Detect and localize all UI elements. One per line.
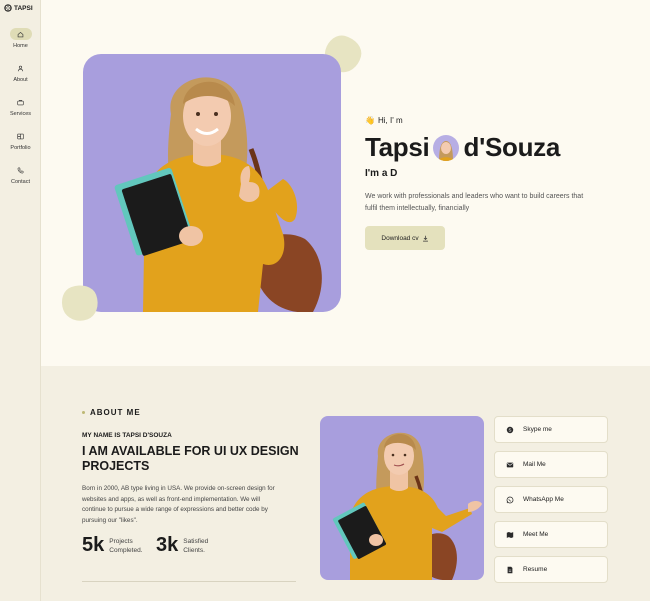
- aperture-icon: [4, 4, 12, 12]
- about-label-text: ABOUT ME: [90, 408, 141, 417]
- contact-whatsapp-button[interactable]: WhatsApp Me: [494, 486, 608, 513]
- brand-name: TAPSI: [14, 4, 33, 12]
- about-section-label: ABOUT ME: [82, 408, 141, 417]
- download-cv-label: Download cv: [381, 234, 419, 242]
- avatar: [433, 134, 460, 161]
- stat-label-line: Projects: [109, 537, 133, 545]
- nav-label: Home: [13, 43, 28, 49]
- stat-label: Projects Completed.: [109, 537, 142, 555]
- greeting: 👋 Hi, I' m: [365, 116, 403, 125]
- contact-meet-button[interactable]: Meet Me: [494, 521, 608, 548]
- about-subtitle: MY NAME IS TAPSI D'SOUZA: [82, 432, 172, 439]
- contact-label: Resume: [523, 566, 548, 573]
- stat-value: 3k: [156, 534, 179, 556]
- stat-label: Satisfied Clients.: [183, 537, 208, 555]
- stat-value: 5k: [82, 534, 105, 556]
- whatsapp-icon: [505, 495, 515, 505]
- nav-label: Contact: [11, 179, 30, 185]
- portfolio-icon: [10, 130, 32, 142]
- contact-label: Skype me: [523, 426, 552, 433]
- download-cv-button[interactable]: Download cv: [365, 226, 445, 250]
- user-icon: [10, 62, 32, 74]
- mail-icon: [505, 460, 515, 470]
- hero-description: We work with professionals and leaders w…: [365, 193, 584, 212]
- nav-label: About: [13, 77, 28, 83]
- contact-skype-button[interactable]: S Skype me: [494, 416, 608, 443]
- role-text: I'm a D: [365, 168, 398, 179]
- phone-icon: [10, 164, 32, 176]
- briefcase-icon: [10, 96, 32, 108]
- resume-icon: [505, 565, 515, 575]
- about-title: I AM AVAILABLE FOR UI UX DESIGN PROJECTS: [82, 444, 299, 473]
- home-icon: [9, 28, 32, 40]
- nav-label: Portfolio: [10, 145, 31, 151]
- brand-logo[interactable]: TAPSI: [4, 4, 33, 12]
- divider: [82, 581, 296, 582]
- sidebar: TAPSI Home About Services Portfolio Cont…: [0, 0, 41, 601]
- nav-item-about[interactable]: About: [0, 62, 41, 83]
- nav-item-services[interactable]: Services: [0, 96, 41, 117]
- nav-item-portfolio[interactable]: Portfolio: [0, 130, 41, 151]
- name-first: Tapsi: [365, 132, 430, 162]
- bullet-dot: [82, 411, 85, 414]
- map-icon: [505, 530, 515, 540]
- waving-hand-icon: 👋: [365, 116, 375, 125]
- name-last: d'Souza: [463, 132, 561, 162]
- contact-label: Meet Me: [523, 531, 549, 538]
- woman-shrug-illustration: [332, 432, 482, 580]
- stat-projects: 5k Projects Completed.: [82, 534, 143, 557]
- stat-label-line: Clients.: [183, 546, 205, 554]
- about-description: Born in 2000, AB type living in USA. We …: [82, 485, 275, 524]
- hero-name: Tapsi d'Souza: [365, 132, 560, 163]
- nav-item-home[interactable]: Home: [0, 28, 41, 49]
- hero-photo: [83, 54, 341, 312]
- contact-label: WhatsApp Me: [523, 496, 564, 503]
- contact-label: Mail Me: [523, 461, 546, 468]
- stat-clients: 3k Satisfied Clients.: [156, 534, 208, 557]
- nav-item-contact[interactable]: Contact: [0, 164, 41, 185]
- greeting-text: Hi, I' m: [377, 116, 403, 125]
- download-icon: [422, 235, 428, 242]
- nav-label: Services: [9, 111, 32, 117]
- svg-text:S: S: [509, 427, 512, 432]
- stat-label-line: Completed.: [109, 546, 143, 554]
- about-photo: [320, 416, 484, 580]
- stat-label-line: Satisfied: [183, 537, 209, 545]
- contact-resume-button[interactable]: Resume: [494, 556, 608, 583]
- woman-with-books-illustration: [114, 77, 322, 312]
- skype-icon: S: [505, 425, 515, 435]
- contact-mail-button[interactable]: Mail Me: [494, 451, 608, 478]
